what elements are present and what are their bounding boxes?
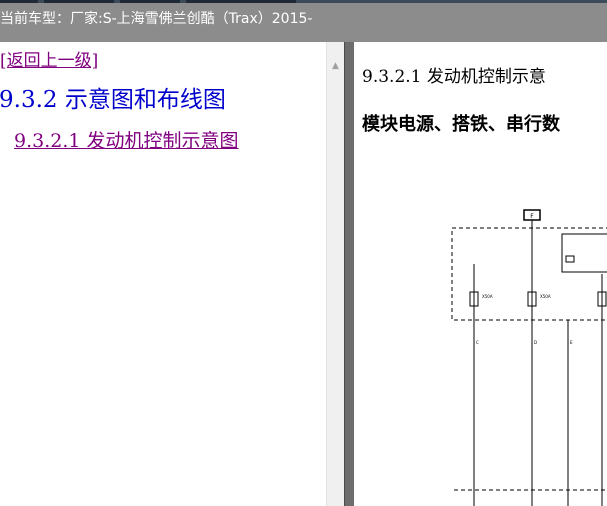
subsection-link[interactable]: 9.3.2.1 发动机控制示意图 (14, 126, 239, 153)
back-link[interactable]: [返回上一级] (0, 46, 98, 71)
svg-text:D: D (534, 340, 537, 345)
title-bar: 当前车型：厂家:S-上海雪佛兰创酷（Trax）2015- (0, 0, 607, 42)
document-pane: 9.3.2.1 发动机控制示意 模块电源、搭铁、串行数 F X50A X50A … (354, 42, 607, 506)
diagram-top-label: F (530, 213, 534, 220)
svg-text:C: C (476, 340, 479, 345)
document-title: 9.3.2.1 发动机控制示意 (362, 67, 546, 87)
navigation-pane: [返回上一级] 9.3.2 示意图和布线图 9.3.2.1 发动机控制示意图 (0, 42, 326, 506)
title-bar-strip (0, 0, 607, 3)
document-subtitle: 模块电源、搭铁、串行数 (362, 114, 560, 135)
wiring-diagram: F X50A X50A C D E (451, 209, 607, 506)
svg-text:X50A: X50A (540, 294, 551, 299)
window-title: 当前车型：厂家:S-上海雪佛兰创酷（Trax）2015- (0, 11, 313, 27)
vertical-scrollbar[interactable]: ▲ (326, 42, 344, 506)
svg-text:E: E (570, 340, 573, 345)
svg-text:X50A: X50A (482, 294, 493, 299)
relay-box (561, 233, 607, 273)
section-heading: 9.3.2 示意图和布线图 (0, 87, 226, 113)
chevron-up-icon[interactable]: ▲ (327, 59, 344, 73)
